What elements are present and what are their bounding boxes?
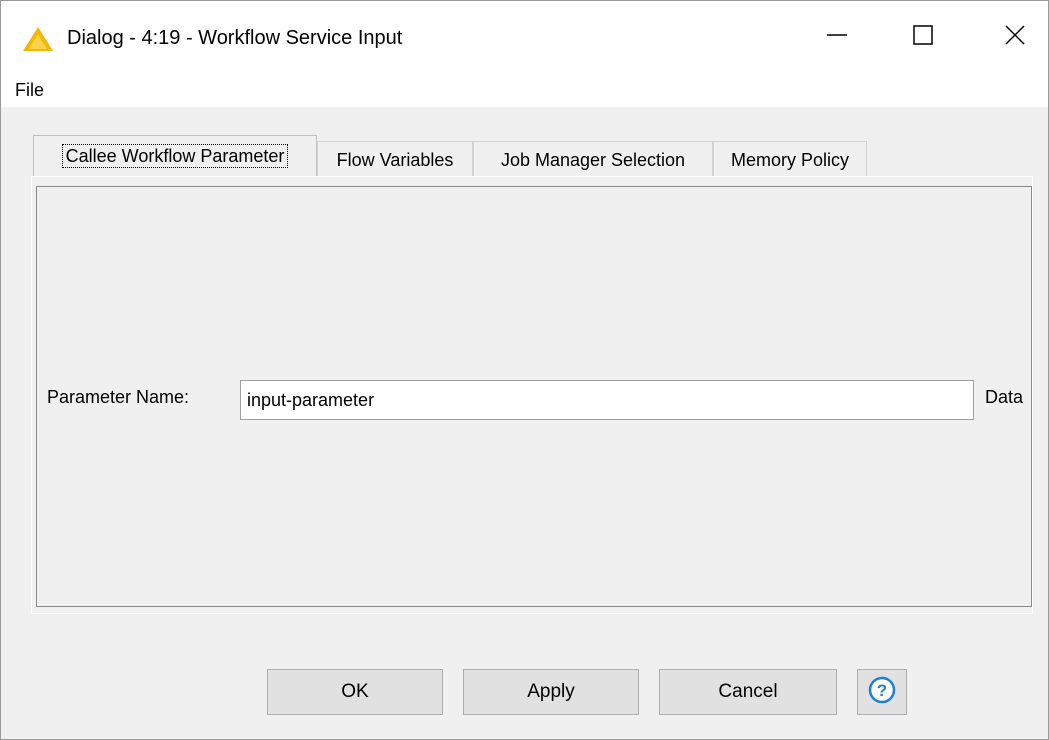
minimize-icon	[826, 24, 848, 51]
close-icon	[1004, 24, 1026, 51]
warning-triangle-icon	[21, 25, 55, 53]
tab-label: Memory Policy	[730, 150, 850, 170]
ok-label: OK	[341, 681, 369, 702]
maximize-button[interactable]	[893, 15, 953, 59]
parameter-name-input[interactable]	[240, 380, 974, 420]
title-bar[interactable]: Dialog - 4:19 - Workflow Service Input	[1, 1, 1048, 73]
maximize-icon	[912, 24, 934, 51]
minimize-button[interactable]	[807, 15, 867, 59]
apply-label: Apply	[527, 681, 575, 702]
menu-bar: File	[1, 73, 1048, 107]
cancel-button[interactable]: Cancel	[659, 669, 837, 715]
cancel-label: Cancel	[718, 681, 778, 702]
tab-callee-workflow-parameter[interactable]: Callee Workflow Parameter	[33, 135, 317, 177]
window-title: Dialog - 4:19 - Workflow Service Input	[67, 27, 403, 49]
tab-memory-policy[interactable]: Memory Policy	[713, 141, 867, 177]
parameter-name-label: Parameter Name:	[47, 387, 190, 407]
tab-job-manager-selection[interactable]: Job Manager Selection	[473, 141, 713, 177]
ok-button[interactable]: OK	[267, 669, 443, 715]
help-icon: ?	[868, 676, 896, 709]
tab-label: Callee Workflow Parameter	[61, 144, 289, 168]
tab-label: Flow Variables	[336, 150, 454, 170]
tab-label: Job Manager Selection	[500, 150, 686, 170]
apply-button[interactable]: Apply	[463, 669, 639, 715]
help-button[interactable]: ?	[857, 669, 907, 715]
data-label: Data	[985, 387, 1024, 407]
svg-text:?: ?	[877, 681, 887, 700]
dialog-window: Dialog - 4:19 - Workflow Service Input F…	[0, 0, 1049, 740]
close-button[interactable]	[985, 15, 1045, 59]
menu-file[interactable]: File	[11, 79, 48, 101]
tab-flow-variables[interactable]: Flow Variables	[317, 141, 473, 177]
